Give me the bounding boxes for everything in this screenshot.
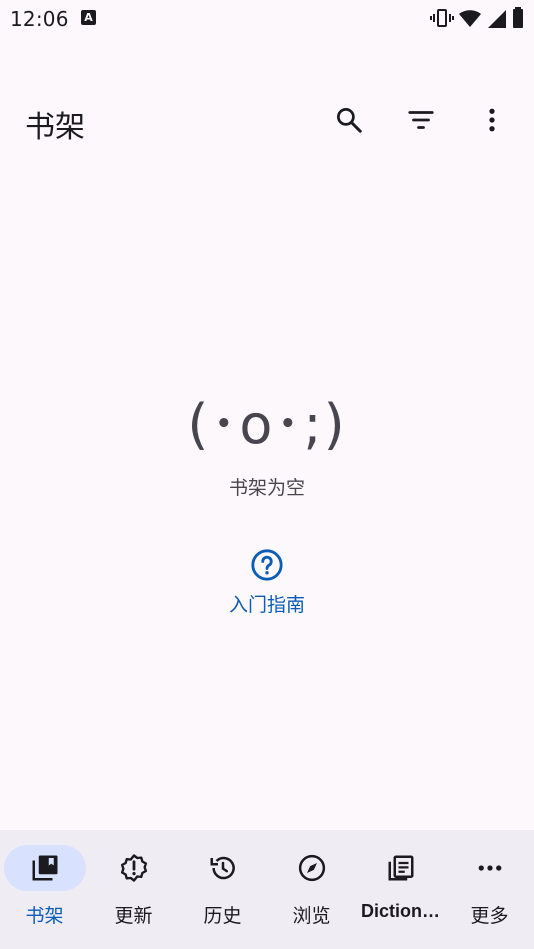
nav-label: Diction…	[361, 901, 440, 921]
cellular-icon	[488, 10, 506, 28]
nav-active-indicator	[3, 845, 86, 891]
getting-started-label: 入门指南	[228, 594, 305, 616]
nav-label: 浏览	[292, 905, 331, 927]
history-icon	[210, 856, 235, 880]
nav-item-updates[interactable]: 更新	[89, 830, 178, 949]
empty-state: (･o･;) 书架为空	[0, 380, 534, 500]
search-icon	[337, 108, 362, 133]
empty-face: (･o･;)	[187, 393, 347, 456]
nav-label: 历史	[203, 905, 242, 927]
status-bar: 12:06 A	[0, 0, 534, 38]
help-circle-icon	[251, 549, 283, 581]
nav-item-dictionary[interactable]: Diction…	[356, 830, 445, 949]
notification-icon: A	[81, 10, 96, 25]
filter-icon	[408, 111, 434, 129]
vibrate-icon	[430, 9, 454, 27]
nav-label: 更多	[470, 905, 509, 927]
more-options-button[interactable]	[468, 96, 516, 144]
nav-item-history[interactable]: 历史	[178, 830, 267, 949]
status-time: 12:06	[10, 7, 69, 31]
nav-label: 更新	[114, 905, 153, 927]
more-horiz-icon	[478, 865, 501, 871]
battery-icon	[513, 7, 523, 28]
dictionary-icon	[388, 855, 413, 881]
search-button[interactable]	[325, 96, 373, 144]
page-title: 书架	[25, 110, 85, 145]
nav-item-more[interactable]: 更多	[445, 830, 534, 949]
more-vert-icon	[489, 108, 495, 132]
nav-item-browse[interactable]: 浏览	[267, 830, 356, 949]
getting-started-button[interactable]: 入门指南	[207, 548, 327, 628]
compass-icon	[298, 854, 325, 882]
bottom-navigation: 书架 更新 历史 浏览 Diction… 更多	[0, 830, 534, 949]
status-icons	[430, 6, 526, 30]
wifi-icon	[459, 10, 481, 27]
filter-button[interactable]	[397, 96, 445, 144]
nav-item-library[interactable]: 书架	[0, 830, 89, 949]
nav-label: 书架	[25, 905, 64, 927]
empty-message: 书架为空	[228, 477, 305, 499]
alert-badge-icon	[120, 854, 147, 882]
library-icon	[32, 855, 57, 881]
top-app-bar: 书架	[0, 88, 534, 152]
